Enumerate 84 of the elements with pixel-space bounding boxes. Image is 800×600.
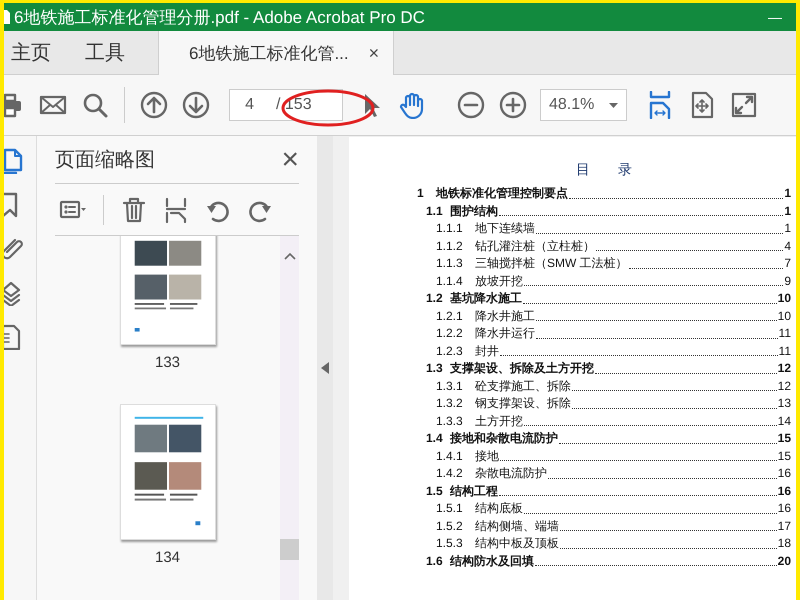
- section-number: 1.3.3: [436, 414, 464, 428]
- page-number: 17: [778, 518, 791, 532]
- toc-entry-title[interactable]: 三轴搅拌桩（SMW 工法桩）: [475, 255, 628, 272]
- page-number: 18: [778, 536, 791, 550]
- toc-entry-title[interactable]: 砼支撑施工、拆除: [475, 378, 571, 394]
- section-number: 1.1.4: [436, 274, 464, 288]
- page-number: 12: [778, 361, 791, 375]
- section-number: 1.4.2: [436, 466, 464, 480]
- section-number: 1.6: [426, 554, 444, 568]
- page-number: 9: [784, 274, 791, 288]
- close-tab-icon[interactable]: ×: [368, 42, 380, 64]
- page-number: 11: [778, 326, 791, 340]
- toc-heading: 目 录: [575, 161, 633, 179]
- window-title: 6地铁施工标准化管理分册.pdf - Adobe Acrobat Pro DC: [14, 6, 426, 28]
- page-number: 10: [778, 308, 791, 322]
- tab[interactable]: 6地铁施工标准化管... ×: [158, 31, 394, 75]
- section-number: 1.5: [426, 484, 444, 498]
- section-number: 1.2.1: [436, 308, 464, 322]
- tab[interactable]: 工具: [68, 31, 142, 74]
- page-number: 4: [244, 96, 254, 114]
- toc-entry-title[interactable]: 地铁标准化管理控制要点: [436, 185, 568, 202]
- toc-entry-title[interactable]: 降水井施工: [475, 308, 535, 324]
- toc-entry-title[interactable]: 降水井运行: [475, 325, 535, 342]
- page-number: 1: [784, 221, 791, 235]
- toc-entry-title[interactable]: 结构中板及顶板: [475, 535, 559, 552]
- section-number: 1.3: [426, 361, 444, 375]
- page-number: 13: [778, 396, 791, 410]
- page-number: 20: [778, 554, 791, 568]
- toc-entry-title[interactable]: 封井: [475, 342, 499, 360]
- toc-entry-title[interactable]: 结构防水及回填: [450, 552, 534, 570]
- section-number: 1.1.2: [436, 238, 464, 252]
- toc-entry-title[interactable]: 支撑架设、拆除及土方开挖: [450, 360, 594, 377]
- toc-entry-title[interactable]: 地下连续墙: [475, 220, 535, 237]
- toc-entry-title[interactable]: 围护结构: [450, 202, 498, 220]
- section-number: 1.1.3: [436, 256, 464, 270]
- toc-entry-title[interactable]: 杂散电流防护: [475, 465, 547, 482]
- page-number: 15: [778, 431, 791, 445]
- section-number: 1.5.3: [436, 536, 464, 550]
- page-number: 11: [778, 344, 791, 358]
- section-number: 1.5.2: [436, 518, 464, 532]
- page-number: 16: [778, 484, 791, 498]
- minimize-button[interactable]: —: [754, 3, 796, 31]
- section-number: 1.3.1: [436, 378, 464, 392]
- page-number: 4: [784, 238, 791, 252]
- toc-entry-title[interactable]: 结构底板: [475, 500, 523, 517]
- section-number: 1: [417, 186, 425, 200]
- toc-entry-title[interactable]: 结构侧墙、端墙: [475, 518, 559, 534]
- page-number: 12: [778, 378, 791, 392]
- caret-icon: [609, 102, 618, 108]
- section-number: 1.2.3: [436, 344, 464, 358]
- section-number: 1.2: [426, 291, 444, 305]
- toc-entry-title[interactable]: 结构工程: [450, 482, 498, 500]
- page-number: 16: [778, 501, 791, 515]
- section-number: 1.5.1: [436, 501, 464, 515]
- page-number: 1: [784, 186, 791, 200]
- toc-entry-title[interactable]: 土方开挖: [475, 412, 523, 430]
- scrollbar[interactable]: [280, 236, 299, 600]
- scrollbar-thumb[interactable]: [280, 539, 299, 560]
- page-number-label: 134: [154, 549, 180, 566]
- section-number: 1.1: [426, 204, 444, 218]
- toc-entry-title[interactable]: 接地: [475, 448, 499, 464]
- toc-entry-title[interactable]: 放坡开挖: [475, 272, 523, 290]
- page-number: 1: [784, 204, 791, 218]
- section-number: 1.3.2: [436, 396, 464, 410]
- page-number-label: 133: [154, 354, 180, 371]
- toc-entry-title[interactable]: 钻孔灌注桩（立柱桩）: [475, 238, 595, 254]
- toc-entry-title[interactable]: 接地和杂散电流防护: [450, 430, 558, 447]
- section-number: 1.4.1: [436, 448, 464, 462]
- page-number: 16: [778, 466, 791, 480]
- section-number: 1.2.2: [436, 326, 464, 340]
- zoom-dropdown[interactable]: 48.1%: [540, 89, 627, 121]
- page-number: 10: [778, 291, 791, 305]
- close-button[interactable]: ×: [281, 144, 299, 174]
- paperclip-icon[interactable]: [4, 236, 24, 262]
- pages-icon[interactable]: [4, 148, 24, 174]
- page-number: 7: [784, 256, 791, 270]
- tab[interactable]: 主页: [4, 31, 68, 74]
- toc-entry-title[interactable]: 基坑降水施工: [450, 290, 522, 307]
- page-number: 15: [778, 448, 791, 462]
- page-number: 14: [778, 414, 791, 428]
- panel-title: 页面缩略图: [55, 148, 155, 173]
- section-number: 1.1.1: [436, 221, 464, 235]
- toc-entry-title[interactable]: 钢支撑架设、拆除: [475, 395, 571, 412]
- section-number: 1.4: [426, 431, 444, 445]
